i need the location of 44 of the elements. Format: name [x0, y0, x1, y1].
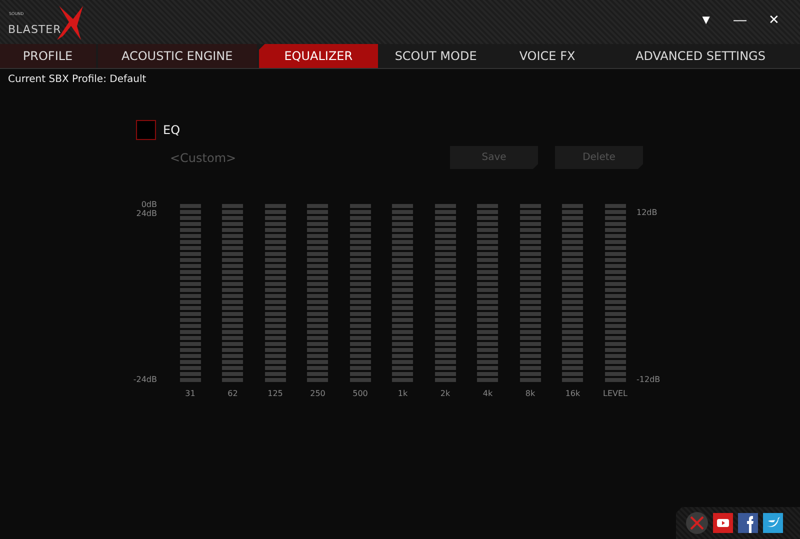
tab[interactable]: PROFILE — [0, 44, 96, 68]
band-label: 250 — [310, 389, 326, 398]
eq-slider[interactable] — [264, 204, 286, 382]
band-label: 125 — [268, 389, 283, 398]
close-button[interactable]: ✕ — [760, 12, 788, 27]
eq-slider[interactable] — [350, 204, 371, 382]
preset-name: <Custom> — [170, 150, 238, 164]
band-label: 500 — [352, 389, 368, 398]
scale-label: -24dB — [133, 375, 157, 384]
band-label: 2k — [440, 389, 450, 398]
tab[interactable]: VOICE FX — [494, 44, 601, 68]
band-label: 1k — [398, 389, 408, 398]
tab[interactable]: EQUALIZER — [258, 44, 378, 68]
close-icon[interactable] — [686, 512, 708, 534]
eq-slider[interactable] — [604, 204, 626, 382]
play-icon[interactable] — [713, 513, 733, 533]
eq-slider[interactable] — [180, 204, 201, 382]
eq-slider[interactable] — [477, 204, 498, 382]
eq-slider[interactable] — [222, 204, 244, 382]
band-label: 8k — [525, 389, 536, 398]
eq-slider[interactable] — [434, 204, 456, 382]
scale-label: 0dB — [141, 200, 157, 209]
scale-label: 24dB — [136, 209, 157, 218]
dropdown-button[interactable]: ▼ — [692, 12, 720, 27]
eq-slider[interactable] — [520, 204, 541, 382]
logo-text: BLASTER — [8, 22, 62, 36]
band-label: 16k — [565, 389, 580, 398]
eq-slider[interactable] — [307, 204, 328, 382]
eq-checkbox[interactable] — [136, 120, 156, 140]
tab[interactable]: SCOUT MODE — [380, 44, 492, 68]
tab[interactable]: ADVANCED SETTINGS — [602, 44, 798, 68]
scale-label: -12dB — [636, 375, 660, 384]
f-icon[interactable] — [738, 513, 758, 533]
band-label: 4k — [482, 389, 493, 398]
scale-label: 12dB — [636, 208, 658, 217]
eq-label: EQ — [163, 123, 180, 137]
tab[interactable]: ACOUSTIC ENGINE — [98, 44, 257, 68]
band-label: 31 — [185, 389, 196, 398]
band-label: 62 — [228, 389, 238, 398]
profile-label: Current SBX Profile: Default — [7, 73, 148, 87]
eq-slider[interactable] — [392, 204, 414, 382]
minimize-button[interactable]: — — [726, 12, 754, 27]
eq-slider[interactable] — [562, 204, 584, 382]
band-label: LEVEL — [603, 389, 628, 398]
